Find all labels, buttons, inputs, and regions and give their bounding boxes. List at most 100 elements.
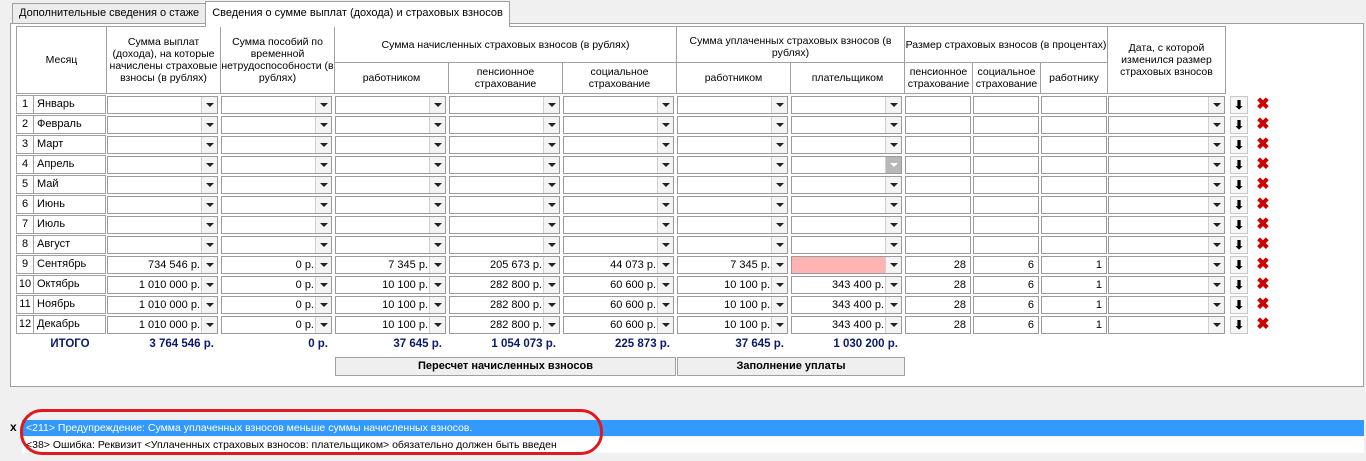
accrued-pension-cell[interactable]: 282 800 р. [449,296,560,314]
dropdown-arrow-icon[interactable] [657,317,673,333]
rate-social-cell[interactable]: 6 [973,296,1039,314]
paid-employee-cell[interactable] [677,96,788,114]
benefits-cell[interactable] [221,116,332,134]
dropdown-arrow-icon[interactable] [543,277,559,293]
dropdown-arrow-icon[interactable] [1208,117,1224,133]
dropdown-arrow-icon[interactable] [885,217,901,233]
accrued-employee-cell[interactable] [335,236,446,254]
dropdown-arrow-icon[interactable] [771,257,787,273]
accrued-employee-cell[interactable] [335,156,446,174]
rate-employee-cell[interactable]: 1 [1041,316,1107,334]
dropdown-arrow-icon[interactable] [771,177,787,193]
accrued-social-cell[interactable]: 60 600 р. [563,276,674,294]
dropdown-arrow-icon[interactable] [1208,137,1224,153]
rate-employee-cell[interactable] [1041,116,1107,134]
paid-payer-cell[interactable]: 343 400 р. [791,316,902,334]
dropdown-arrow-icon[interactable] [543,297,559,313]
date-changed-cell[interactable] [1108,156,1225,174]
payments-cell[interactable]: 1 010 000 р. [107,276,218,294]
dropdown-arrow-icon[interactable] [657,197,673,213]
dropdown-arrow-icon[interactable] [543,97,559,113]
dropdown-arrow-icon[interactable] [771,217,787,233]
dropdown-arrow-icon[interactable] [1208,97,1224,113]
paid-employee-cell[interactable]: 10 100 р. [677,276,788,294]
dropdown-arrow-icon[interactable] [201,317,217,333]
benefits-cell[interactable]: 0 р. [221,276,332,294]
dropdown-arrow-icon[interactable] [1208,277,1224,293]
delete-row-icon[interactable]: ✖ [1254,296,1272,314]
rate-employee-cell[interactable] [1041,216,1107,234]
move-down-icon[interactable]: ⬇ [1230,176,1248,194]
rate-social-cell[interactable] [973,236,1039,254]
dropdown-arrow-icon[interactable] [315,177,331,193]
payments-cell[interactable] [107,116,218,134]
dropdown-arrow-icon[interactable] [657,237,673,253]
paid-employee-cell[interactable] [677,116,788,134]
rate-social-cell[interactable] [973,216,1039,234]
delete-row-icon[interactable]: ✖ [1254,116,1272,134]
rate-pension-cell[interactable]: 28 [905,256,971,274]
dropdown-arrow-icon[interactable] [771,197,787,213]
paid-payer-cell[interactable] [791,176,902,194]
accrued-social-cell[interactable]: 60 600 р. [563,316,674,334]
dropdown-arrow-icon[interactable] [1208,297,1224,313]
payments-cell[interactable]: 734 546 р. [107,256,218,274]
dropdown-arrow-icon[interactable] [543,257,559,273]
dropdown-arrow-icon[interactable] [771,237,787,253]
dropdown-arrow-icon[interactable] [315,137,331,153]
paid-employee-cell[interactable] [677,136,788,154]
date-changed-cell[interactable] [1108,136,1225,154]
date-changed-cell[interactable] [1108,276,1225,294]
paid-payer-cell[interactable] [791,216,902,234]
payments-cell[interactable] [107,96,218,114]
dropdown-arrow-icon[interactable] [201,157,217,173]
payments-cell[interactable]: 1 010 000 р. [107,316,218,334]
delete-row-icon[interactable]: ✖ [1254,136,1272,154]
payments-cell[interactable]: 1 010 000 р. [107,296,218,314]
dropdown-arrow-icon[interactable] [201,177,217,193]
dropdown-arrow-icon[interactable] [429,177,445,193]
accrued-pension-cell[interactable] [449,96,560,114]
dropdown-arrow-icon[interactable] [657,277,673,293]
rate-employee-cell[interactable] [1041,196,1107,214]
delete-row-icon[interactable]: ✖ [1254,156,1272,174]
dropdown-arrow-icon[interactable] [429,97,445,113]
move-down-icon[interactable]: ⬇ [1230,216,1248,234]
rate-pension-cell[interactable] [905,236,971,254]
rate-employee-cell[interactable] [1041,136,1107,154]
paid-employee-cell[interactable]: 10 100 р. [677,316,788,334]
accrued-pension-cell[interactable] [449,156,560,174]
dropdown-arrow-icon[interactable] [543,117,559,133]
rate-employee-cell[interactable] [1041,236,1107,254]
move-down-icon[interactable]: ⬇ [1230,96,1248,114]
paid-employee-cell[interactable] [677,216,788,234]
benefits-cell[interactable] [221,196,332,214]
dropdown-arrow-icon[interactable] [657,177,673,193]
dropdown-arrow-icon[interactable] [885,117,901,133]
dropdown-arrow-icon[interactable] [315,237,331,253]
accrued-pension-cell[interactable]: 282 800 р. [449,316,560,334]
dropdown-arrow-icon[interactable] [657,297,673,313]
dropdown-arrow-icon[interactable] [885,97,901,113]
dropdown-arrow-icon[interactable] [429,137,445,153]
dropdown-arrow-icon[interactable] [885,277,901,293]
payments-cell[interactable] [107,156,218,174]
move-down-icon[interactable]: ⬇ [1230,256,1248,274]
date-changed-cell[interactable] [1108,176,1225,194]
dropdown-arrow-icon[interactable] [315,297,331,313]
rate-pension-cell[interactable] [905,196,971,214]
dropdown-arrow-icon[interactable] [315,257,331,273]
dropdown-arrow-icon[interactable] [543,317,559,333]
delete-row-icon[interactable]: ✖ [1254,236,1272,254]
rate-employee-cell[interactable]: 1 [1041,256,1107,274]
rate-social-cell[interactable]: 6 [973,316,1039,334]
dropdown-arrow-icon[interactable] [771,277,787,293]
fill-payment-button[interactable]: Заполнение уплаты [677,357,905,376]
dropdown-arrow-icon[interactable] [543,137,559,153]
benefits-cell[interactable] [221,176,332,194]
rate-social-cell[interactable]: 6 [973,256,1039,274]
rate-social-cell[interactable] [973,116,1039,134]
accrued-social-cell[interactable] [563,176,674,194]
date-changed-cell[interactable] [1108,256,1225,274]
date-changed-cell[interactable] [1108,196,1225,214]
